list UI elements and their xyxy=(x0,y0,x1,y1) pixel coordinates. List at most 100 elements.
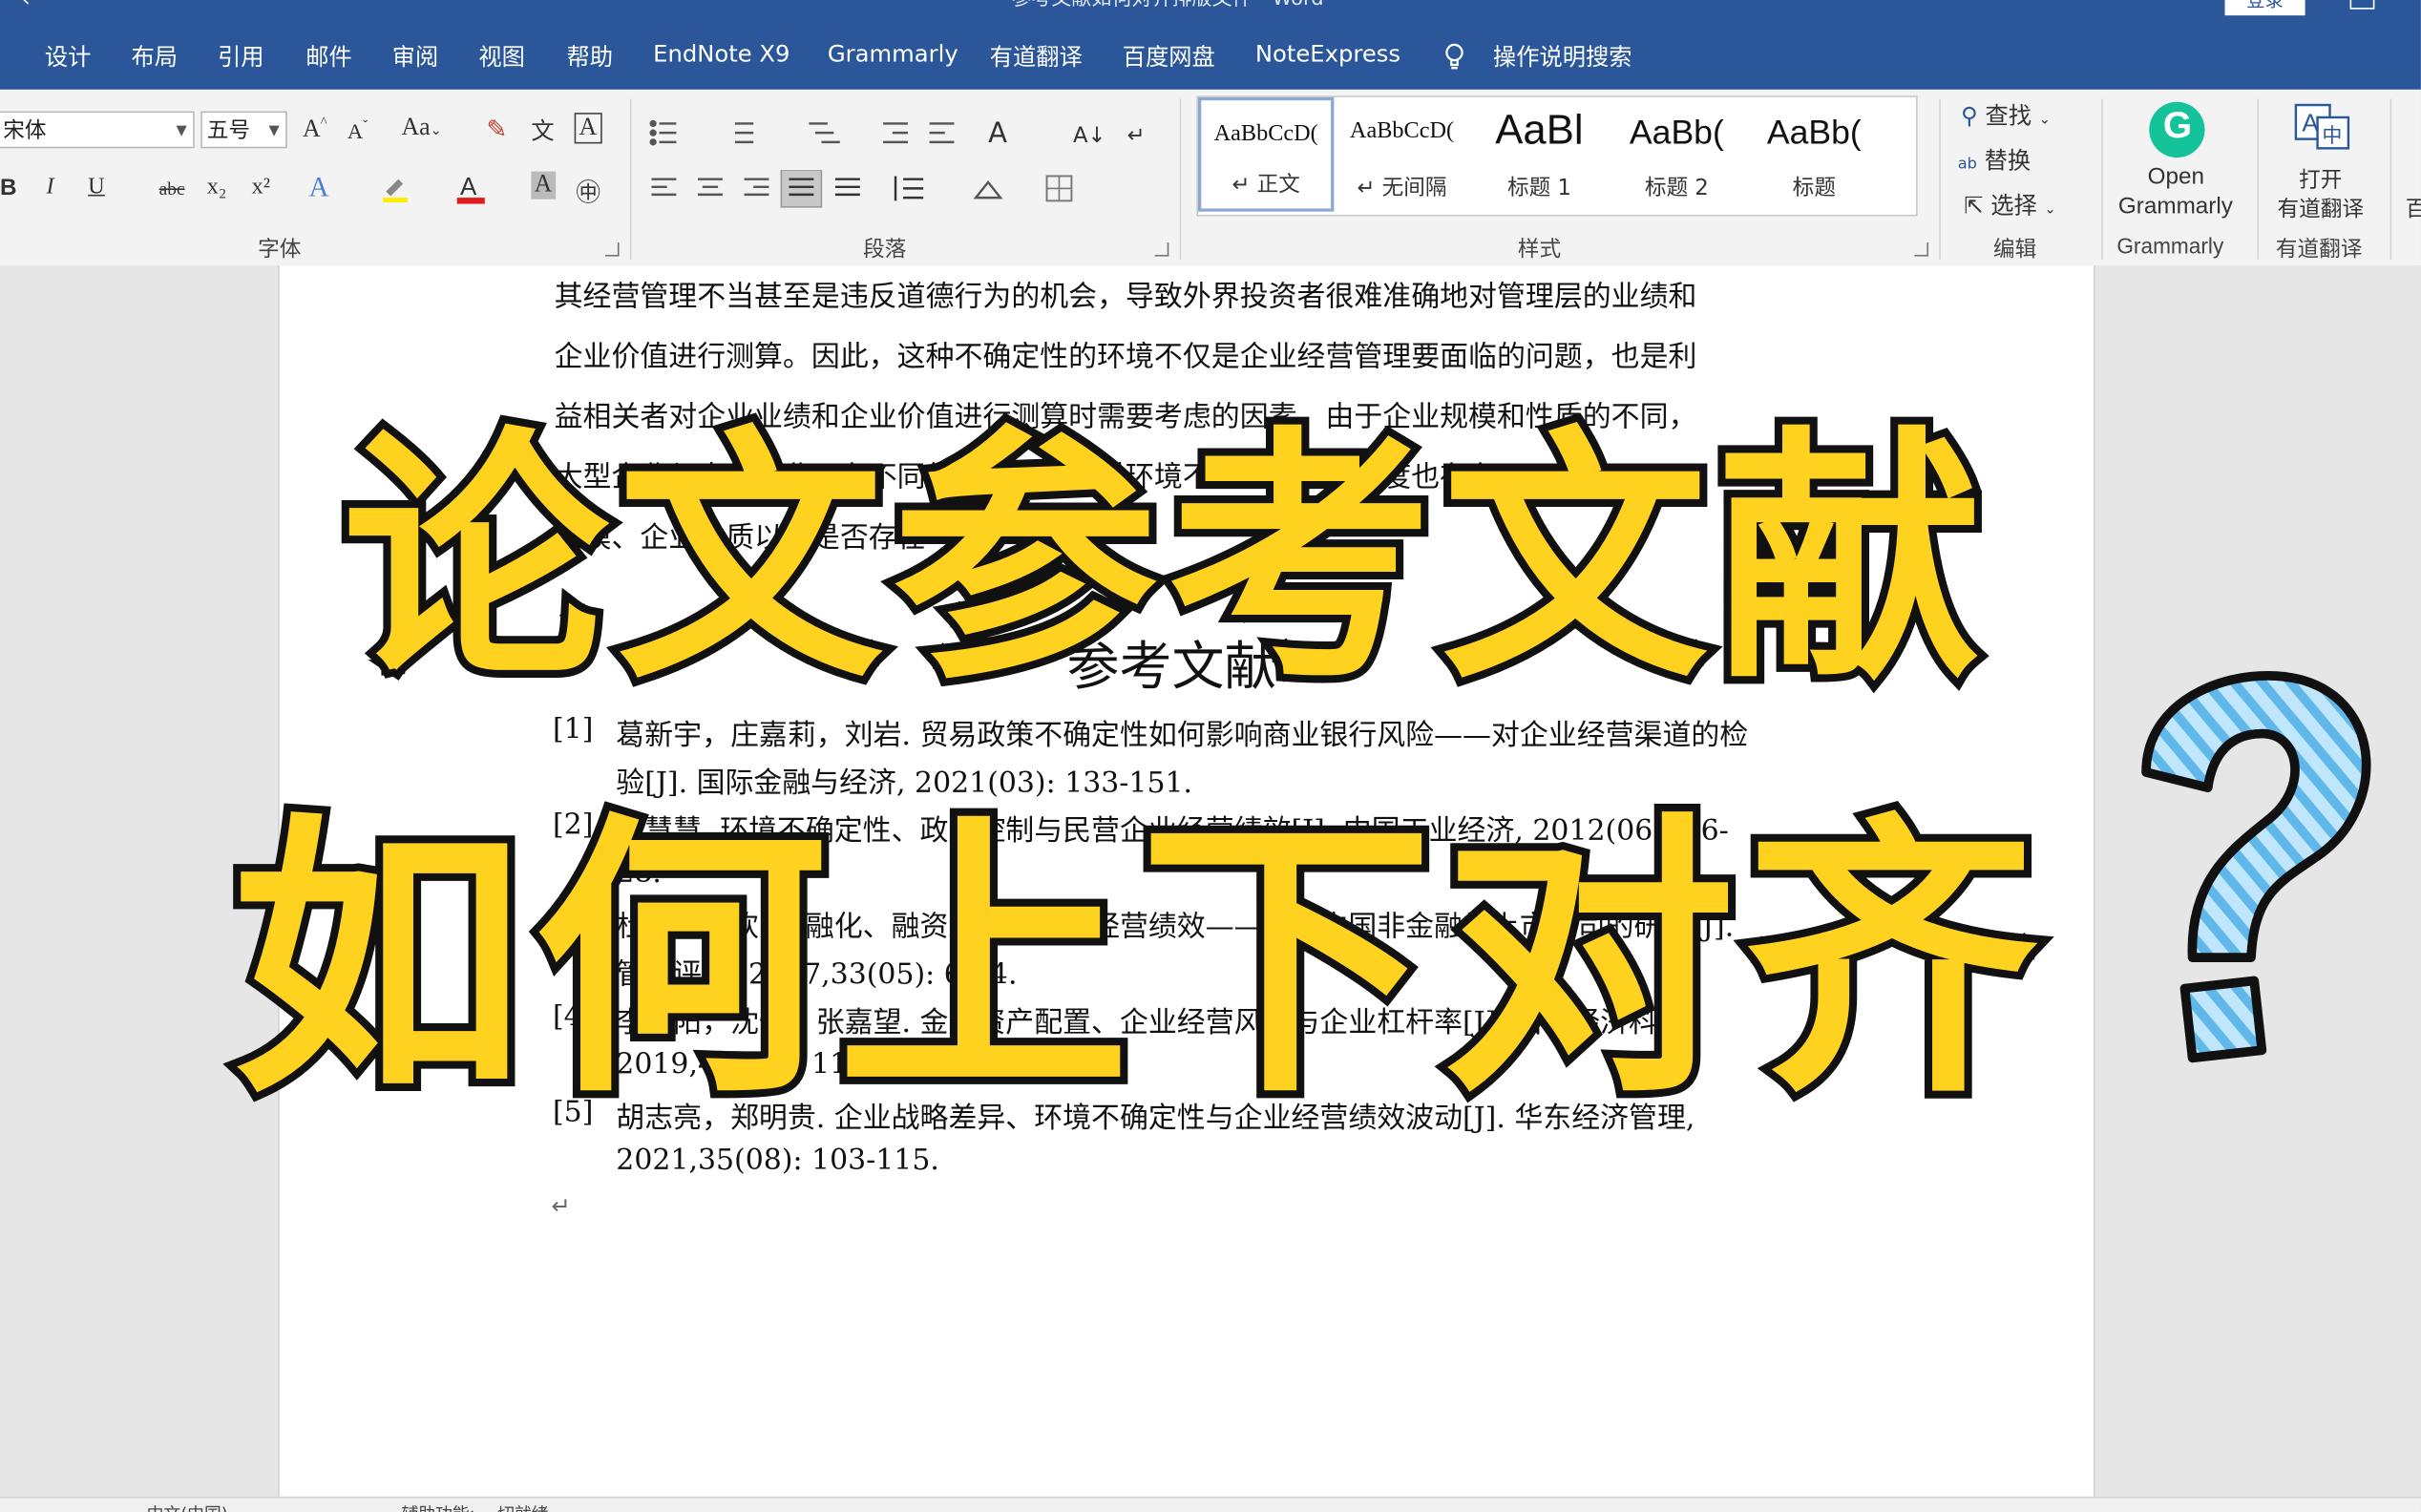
enclose-characters-icon[interactable]: ㊥ xyxy=(576,172,600,209)
menu-mailings[interactable]: 邮件 xyxy=(305,40,352,73)
menu-design[interactable]: 设计 xyxy=(45,40,92,73)
highlight-icon[interactable] xyxy=(380,173,411,203)
font-size-select[interactable]: 五号 ▼ xyxy=(200,111,287,149)
strikethrough-button[interactable]: abc xyxy=(159,178,185,200)
replace-button[interactable]: ab 替换 xyxy=(1958,143,2031,176)
grammarly-group-label: Grammarly xyxy=(2116,233,2224,259)
text-effects-icon[interactable]: A xyxy=(308,172,328,204)
subscript-button[interactable]: x₂ xyxy=(207,175,227,201)
style-preview: AaBb( xyxy=(1629,113,1724,152)
replace-label: 替换 xyxy=(1984,146,2032,175)
style-name: 标题 xyxy=(1792,176,1836,201)
font-color-icon[interactable]: A xyxy=(455,172,486,206)
style-heading-1[interactable]: AaBl 标题 1 xyxy=(1471,97,1607,212)
font-name-value: 宋体 xyxy=(3,118,47,144)
window-title: 参考文献如何对齐排版文件 - Word xyxy=(1011,0,1323,10)
paragraph-mark: ↵ xyxy=(551,1192,571,1221)
style-name: ↵ 无间隔 xyxy=(1357,176,1447,201)
font-group-label: 字体 xyxy=(258,238,302,263)
youdao-group-label: 有道翻译 xyxy=(2275,238,2363,263)
login-button[interactable]: 登录 xyxy=(2224,0,2305,16)
select-button[interactable]: ⇱ 选择 ⌄ xyxy=(1964,188,2056,220)
menu-references[interactable]: 引用 xyxy=(218,40,264,73)
grow-font-icon[interactable]: A^ xyxy=(303,115,327,144)
clear-formatting-icon[interactable]: ✎ xyxy=(486,115,507,145)
font-size-value: 五号 xyxy=(206,118,251,144)
question-mark-icon: ? xyxy=(2100,664,2371,1063)
menu-youdao[interactable]: 有道翻译 xyxy=(990,40,1083,73)
menu-noteexpress[interactable]: NoteExpress xyxy=(1255,40,1400,68)
menu-layout[interactable]: 布局 xyxy=(131,40,178,73)
style-preview: AaBbCcD( xyxy=(1349,118,1455,144)
character-border-icon[interactable]: A xyxy=(574,113,602,144)
menu-grammarly[interactable]: Grammarly xyxy=(828,40,958,68)
styles-group-label: 样式 xyxy=(1517,238,1562,263)
change-case-icon[interactable]: Aa⌄ xyxy=(401,115,441,142)
superscript-button[interactable]: x² xyxy=(252,175,270,201)
overlay-title-line1: 论文参考文献 xyxy=(335,397,1992,723)
open-grammarly-label-1[interactable]: Open xyxy=(2148,164,2204,191)
style-preview: AaBb( xyxy=(1766,113,1862,152)
underline-button[interactable]: U xyxy=(88,175,105,201)
shrink-font-icon[interactable]: Aˇ xyxy=(347,117,368,146)
paragraph-alignment-icons[interactable] xyxy=(648,169,1111,210)
back-arrow-icon[interactable]: ‹ xyxy=(22,0,31,12)
paragraph-group-label: 段落 xyxy=(863,238,907,263)
translate-icon[interactable]: A 中 xyxy=(2293,102,2351,155)
paragraph-list-icons[interactable]: A A↓ ↵ xyxy=(648,115,1158,152)
font-dialog-launcher-icon[interactable] xyxy=(604,242,620,257)
menu-help[interactable]: 帮助 xyxy=(567,40,614,73)
open-youdao-label-2[interactable]: 有道翻译 xyxy=(2278,193,2365,223)
font-name-select[interactable]: 宋体 ▼ xyxy=(0,111,195,149)
svg-text:↵: ↵ xyxy=(1127,123,1146,148)
style-preview: AaBl xyxy=(1495,106,1584,154)
restore-window-icon[interactable] xyxy=(2349,0,2375,10)
cursor-icon: ⇱ xyxy=(1964,191,1984,220)
menu-baidu-netdisk[interactable]: 百度网盘 xyxy=(1123,40,1215,73)
character-shading-icon[interactable]: A xyxy=(531,171,556,200)
body-line: 其经营管理不当甚至是违反道德行为的机会，导致外界投资者很难准确地对管理层的业绩和 xyxy=(554,281,1697,314)
overlay-title-line2: 如何上下对齐 xyxy=(224,783,2048,1140)
style-preview: AaBbCcD( xyxy=(1213,121,1318,147)
status-accessibility[interactable]: 辅助功能: 一切就绪 xyxy=(401,1502,548,1512)
search-icon: ⚲ xyxy=(1960,101,1978,130)
status-language[interactable]: 中文(中国) xyxy=(147,1502,228,1512)
reference-line: 2021,35(08): 103-115. xyxy=(616,1144,939,1177)
editing-group-label: 编辑 xyxy=(1992,238,2037,263)
lightbulb-icon xyxy=(1445,43,1463,70)
menu-endnote[interactable]: EndNote X9 xyxy=(653,40,789,68)
group-separator xyxy=(1939,98,1941,260)
style-title[interactable]: AaBb( 标题 xyxy=(1746,97,1882,212)
group-separator xyxy=(2389,98,2392,260)
paragraph-dialog-launcher-icon[interactable] xyxy=(1154,242,1169,257)
grammarly-icon[interactable]: G xyxy=(2149,101,2205,158)
bold-button[interactable]: B xyxy=(0,175,17,201)
chevron-down-icon: ▼ xyxy=(268,123,280,139)
styles-gallery: AaBbCcD( ↵ 正文 AaBbCcD( ↵ 无间隔 AaBl 标题 1 A… xyxy=(1196,95,1918,217)
menu-review[interactable]: 审阅 xyxy=(392,40,439,73)
chevron-down-icon: ▼ xyxy=(176,123,187,139)
italic-button[interactable]: I xyxy=(47,175,54,201)
baidu-group-partial[interactable]: 百 xyxy=(2406,193,2421,223)
phonetic-guide-icon[interactable]: 文 xyxy=(531,115,554,147)
style-no-spacing[interactable]: AaBbCcD( ↵ 无间隔 xyxy=(1334,97,1469,212)
replace-icon: ab xyxy=(1957,156,1977,174)
open-youdao-label-1[interactable]: 打开 xyxy=(2299,164,2342,195)
status-bar: 中文(中国) 辅助功能: 一切就绪 xyxy=(0,1496,2421,1512)
style-normal[interactable]: AaBbCcD( ↵ 正文 xyxy=(1198,96,1335,212)
svg-text:?: ? xyxy=(2100,664,2101,665)
find-button[interactable]: ⚲ 查找 ⌄ xyxy=(1961,99,2051,132)
style-heading-2[interactable]: AaBb( 标题 2 xyxy=(1609,97,1744,212)
svg-text:A↓: A↓ xyxy=(1073,123,1105,148)
svg-text:A: A xyxy=(988,116,1007,149)
group-separator xyxy=(2257,98,2260,260)
svg-text:A: A xyxy=(460,174,477,200)
group-separator xyxy=(629,98,632,260)
open-grammarly-label-2[interactable]: Grammarly xyxy=(2118,193,2233,220)
tell-me-search[interactable]: 操作说明搜索 xyxy=(1493,40,1632,73)
group-separator xyxy=(2101,98,2103,260)
styles-dialog-launcher-icon[interactable] xyxy=(1914,242,1929,257)
menu-view[interactable]: 视图 xyxy=(478,40,525,73)
select-label: 选择 xyxy=(1990,191,2037,220)
style-name: ↵ 正文 xyxy=(1232,173,1300,199)
